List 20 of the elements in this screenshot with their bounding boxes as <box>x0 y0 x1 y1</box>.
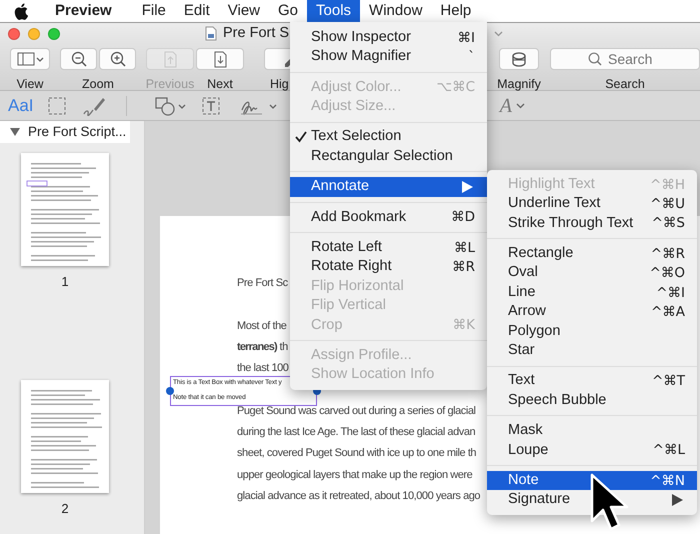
document-text-line: glacial advance as it retreated, about 10,000 years ago <box>237 488 480 504</box>
document-text-line: during the last Ice Age. The last of these glacial advan <box>237 425 476 440</box>
window-title: Pre Fort S <box>223 24 290 43</box>
document-text-line: upper geological layers that make up the region were <box>237 468 472 483</box>
document-text-line: terranes) th <box>237 340 288 355</box>
sidebar-title: Pre Fort Script... <box>28 122 126 141</box>
document-text-line: the last 100 <box>237 361 288 376</box>
toolbar-label: View <box>16 76 44 93</box>
toolbar-label: Magnify <box>497 76 541 93</box>
document-text-line: Most of the <box>237 318 286 334</box>
toolbar-label: Search <box>605 76 645 93</box>
page-number: 2 <box>61 500 69 518</box>
toolbar-label: Hig <box>270 76 289 93</box>
toolbar-label: Zoom <box>82 76 114 93</box>
toolbar-label: Next <box>207 76 233 93</box>
toolbar-label: Previous <box>146 76 194 93</box>
document-text-line: Pre Fort Sc <box>237 276 288 291</box>
document-text-line: Puget Sound was carved out during a series of glacial <box>237 404 476 419</box>
document-text-line: sheet, covered Puget Sound with ice up to one mile th <box>237 446 476 462</box>
page-number: 1 <box>61 273 69 291</box>
